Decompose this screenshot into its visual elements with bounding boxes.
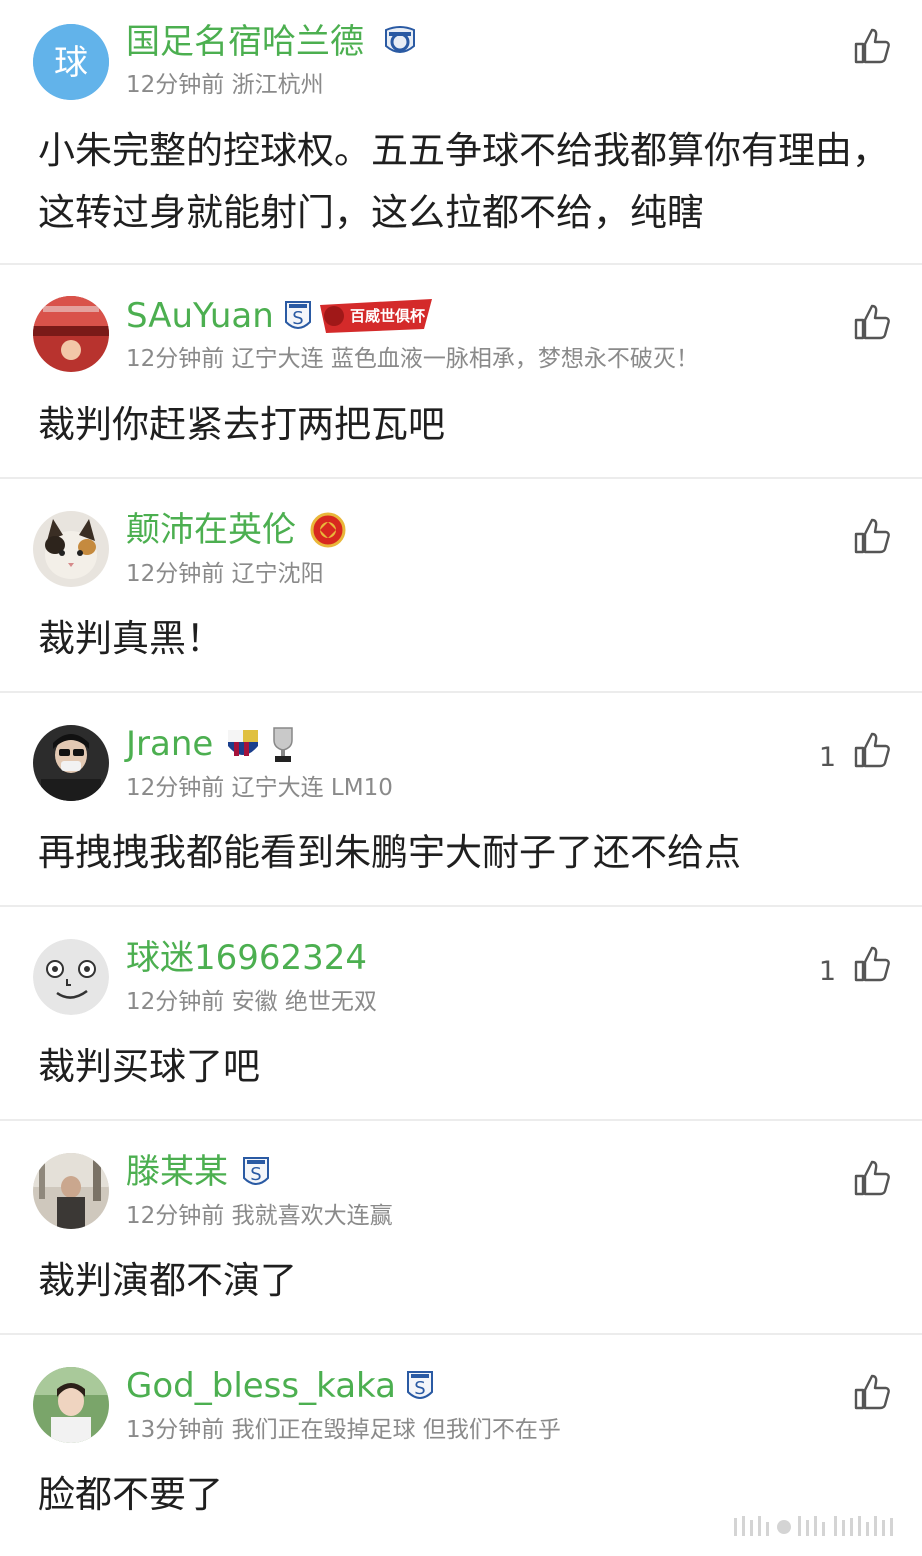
thumbs-up-icon[interactable] (852, 1158, 892, 1198)
comment-location: 辽宁大连 (231, 346, 324, 372)
comment-time: 12分钟前 (126, 72, 225, 98)
divider (0, 1119, 922, 1121)
comment-signature: 我就喜欢大连赢 (231, 1203, 393, 1229)
thumbs-up-icon[interactable] (852, 944, 892, 984)
badges (310, 512, 346, 548)
comment-time: 12分钟前 (126, 1203, 225, 1229)
badges (226, 726, 298, 764)
event-badge-label: 百威世俱杯 (350, 307, 426, 325)
avatar[interactable] (33, 511, 109, 587)
comment-location: 安徽 (231, 989, 278, 1015)
thumbs-up-icon[interactable] (852, 730, 892, 770)
avatar[interactable] (33, 296, 109, 372)
divider (0, 691, 922, 693)
comment-meta: 13分钟前 我们正在毁掉足球 但我们不在乎 (126, 1415, 561, 1445)
club-badge-icon (310, 512, 346, 548)
club-badge-icon (228, 730, 258, 756)
comment-meta: 12分钟前 浙江杭州 (126, 70, 324, 100)
comment-text: 裁判真黑！ (38, 617, 223, 660)
watermark-mark-icon (734, 1516, 893, 1536)
thumbs-up-icon[interactable] (852, 26, 892, 66)
trophy-icon (273, 727, 293, 762)
avatar[interactable] (33, 1153, 109, 1229)
svg-text:S: S (414, 1378, 425, 1399)
comment-time: 12分钟前 (126, 775, 225, 801)
comment-location: 浙江杭州 (231, 72, 324, 98)
club-badge-icon: S (285, 301, 311, 329)
comment-location: 辽宁沈阳 (231, 561, 324, 587)
divider (0, 263, 922, 265)
comment-signature: 绝世无双 (284, 989, 377, 1015)
watermark (734, 1514, 904, 1546)
comment-signature: LM10 (330, 775, 393, 801)
comment-meta: 12分钟前 辽宁大连 蓝色血液一脉相承，梦想永不破灭！ (126, 344, 699, 374)
badges: S (406, 1368, 434, 1404)
like-count: 1 (818, 742, 836, 773)
badges: S 百威世俱杯 (284, 298, 432, 334)
comment-meta: 12分钟前 安徽 绝世无双 (126, 987, 377, 1017)
divider (0, 1333, 922, 1335)
comment-meta: 12分钟前 辽宁大连 LM10 (126, 773, 393, 803)
comment-location: 辽宁大连 (231, 775, 324, 801)
username[interactable]: 颠沛在英伦 (126, 510, 296, 550)
badges: S (242, 1154, 270, 1190)
thumbs-up-icon[interactable] (852, 516, 892, 556)
comment-text: 裁判买球了吧 (38, 1045, 260, 1088)
comment-time: 12分钟前 (126, 989, 225, 1015)
divider (0, 905, 922, 907)
comment-signature: 蓝色血液一脉相承，梦想永不破灭！ (330, 346, 699, 372)
username[interactable]: 国足名宿哈兰德 (126, 22, 364, 62)
username[interactable]: SAuYuan (126, 296, 274, 336)
svg-text:S: S (292, 308, 303, 329)
club-badge-icon: S (407, 1371, 433, 1399)
avatar[interactable] (33, 725, 109, 801)
comment-meta: 12分钟前 辽宁沈阳 (126, 559, 324, 589)
avatar[interactable] (33, 939, 109, 1015)
svg-text:S: S (250, 1164, 261, 1185)
comment-text: 小朱完整的控球权。五五争球不给我都算你有理由，这转过身就能射门，这么拉都不给，纯… (38, 129, 889, 234)
avatar-char: 球 (54, 43, 88, 83)
username[interactable]: God_bless_kaka (126, 1366, 396, 1406)
like-count: 1 (818, 956, 836, 987)
comment-text: 再拽拽我都能看到朱鹏宇大耐子了还不给点 (38, 831, 741, 874)
club-badge-icon (385, 26, 415, 53)
comment-time: 13分钟前 (126, 1417, 225, 1443)
comment-time: 12分钟前 (126, 346, 225, 372)
comment-time: 12分钟前 (126, 561, 225, 587)
username[interactable]: 球迷16962324 (126, 938, 367, 978)
thumbs-up-icon[interactable] (852, 302, 892, 342)
comment-meta: 12分钟前 我就喜欢大连赢 (126, 1201, 393, 1231)
event-badge: 百威世俱杯 (320, 299, 432, 333)
avatar[interactable]: 球 (33, 24, 109, 100)
divider (0, 477, 922, 479)
avatar[interactable] (33, 1367, 109, 1443)
username[interactable]: Jrane (126, 724, 213, 764)
badges (383, 24, 417, 60)
username[interactable]: 滕某某 (126, 1152, 228, 1192)
comment-signature: 我们正在毁掉足球 但我们不在乎 (231, 1417, 561, 1443)
comment-text: 裁判演都不演了 (38, 1259, 297, 1302)
thumbs-up-icon[interactable] (852, 1372, 892, 1412)
club-badge-icon: S (243, 1157, 269, 1185)
comment-text: 裁判你赶紧去打两把瓦吧 (38, 403, 445, 446)
